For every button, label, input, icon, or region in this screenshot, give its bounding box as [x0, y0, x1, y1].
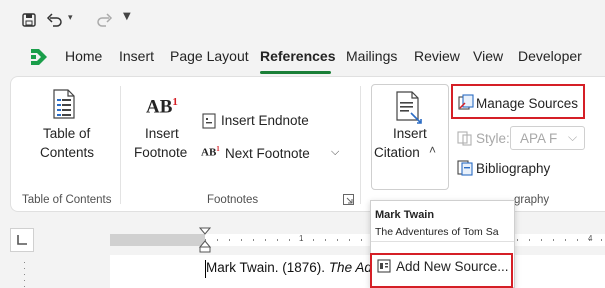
chevron-down-icon: ⌵: [568, 130, 578, 144]
redo-icon[interactable]: [96, 12, 114, 28]
vertical-ruler: [24, 262, 25, 288]
tab-review[interactable]: Review: [414, 48, 460, 64]
insert-endnote-button[interactable]: Insert Endnote: [200, 110, 320, 132]
citation-text: Mark Twain. (1876). The Ad: [206, 260, 372, 275]
source-author: Mark Twain: [375, 209, 435, 221]
save-icon[interactable]: [22, 13, 36, 27]
indent-marker[interactable]: [199, 227, 211, 253]
insert-footnote-button[interactable]: AB1 Insert Footnote: [128, 86, 196, 166]
chevron-up-icon: ˄: [429, 143, 437, 157]
chevron-down-icon: ⌵: [331, 146, 340, 158]
ruler-mark: 1: [299, 234, 304, 243]
group-label-table-of-contents: Table of Contents: [22, 194, 112, 206]
bibliography-icon: [457, 160, 473, 176]
next-footnote-icon: AB1: [201, 145, 220, 159]
bibliography-label: Bibliography: [476, 161, 551, 176]
style-value: APA F: [520, 131, 558, 146]
customize-dropdown-icon[interactable]: ▼: [123, 11, 131, 22]
highlight-manage-sources: [451, 84, 585, 119]
insert-endnote-icon: [202, 113, 216, 129]
style-icon: [457, 131, 472, 146]
style-dropdown[interactable]: APA F ⌵: [510, 126, 585, 150]
tab-stop-left-icon: [17, 235, 27, 245]
tab-selector[interactable]: [10, 228, 34, 252]
insert-endnote-label: Insert Endnote: [221, 113, 309, 128]
highlight-add-new-source: [370, 253, 513, 288]
document-page[interactable]: Mark Twain. (1876). The Ad: [110, 255, 605, 288]
insert-citation-button[interactable]: Insert Citation ˄: [371, 84, 449, 190]
insert-citation-line2: Citation: [374, 145, 420, 160]
dialog-launcher-icon[interactable]: [343, 194, 354, 205]
tab-developer[interactable]: Developer: [518, 48, 582, 64]
tab-view[interactable]: View: [473, 48, 503, 64]
tab-page-layout[interactable]: Page Layout: [170, 48, 249, 64]
active-tab-indicator: [260, 71, 331, 74]
table-of-contents-button[interactable]: Table of Contents: [18, 86, 108, 166]
next-footnote-label: Next Footnote: [225, 146, 310, 161]
style-selector[interactable]: Style: APA F ⌵: [455, 126, 585, 150]
group-label-footnotes: Footnotes: [207, 194, 259, 206]
undo-dropdown-icon[interactable]: ▾: [68, 13, 73, 23]
undo-icon[interactable]: [45, 12, 63, 28]
insert-footnote-line2: Footnote: [134, 145, 188, 160]
app-logo-icon: [31, 49, 47, 65]
ribbon-tabs: Home Insert Page Layout References Maili…: [0, 40, 605, 74]
ruler-margin: [110, 234, 205, 246]
style-label: Style:: [476, 131, 510, 146]
tab-home[interactable]: Home: [65, 48, 102, 64]
quick-access-toolbar: ▾ ▼: [0, 0, 605, 40]
group-separator: [360, 86, 361, 204]
ruler-mark: 4: [588, 234, 593, 243]
bibliography-button[interactable]: Bibliography: [455, 158, 565, 180]
toc-label-line2: Contents: [40, 145, 95, 160]
toc-label-line1: Table of: [43, 126, 91, 141]
footnote-icon: AB1: [146, 96, 178, 118]
insert-citation-line1: Insert: [393, 126, 427, 141]
insert-footnote-line1: Insert: [145, 126, 179, 141]
next-footnote-button[interactable]: AB1 Next Footnote ⌵: [200, 142, 345, 164]
tab-references[interactable]: References: [260, 48, 336, 64]
menu-divider: [371, 241, 514, 242]
tab-mailings[interactable]: Mailings: [346, 48, 397, 64]
source-title: The Adventures of Tom Sa: [375, 226, 499, 238]
table-of-contents-icon: [53, 89, 75, 119]
insert-citation-icon: [396, 91, 422, 124]
tab-insert[interactable]: Insert: [119, 48, 154, 64]
group-separator: [120, 86, 121, 204]
group-label-citations: graphy: [514, 194, 550, 206]
